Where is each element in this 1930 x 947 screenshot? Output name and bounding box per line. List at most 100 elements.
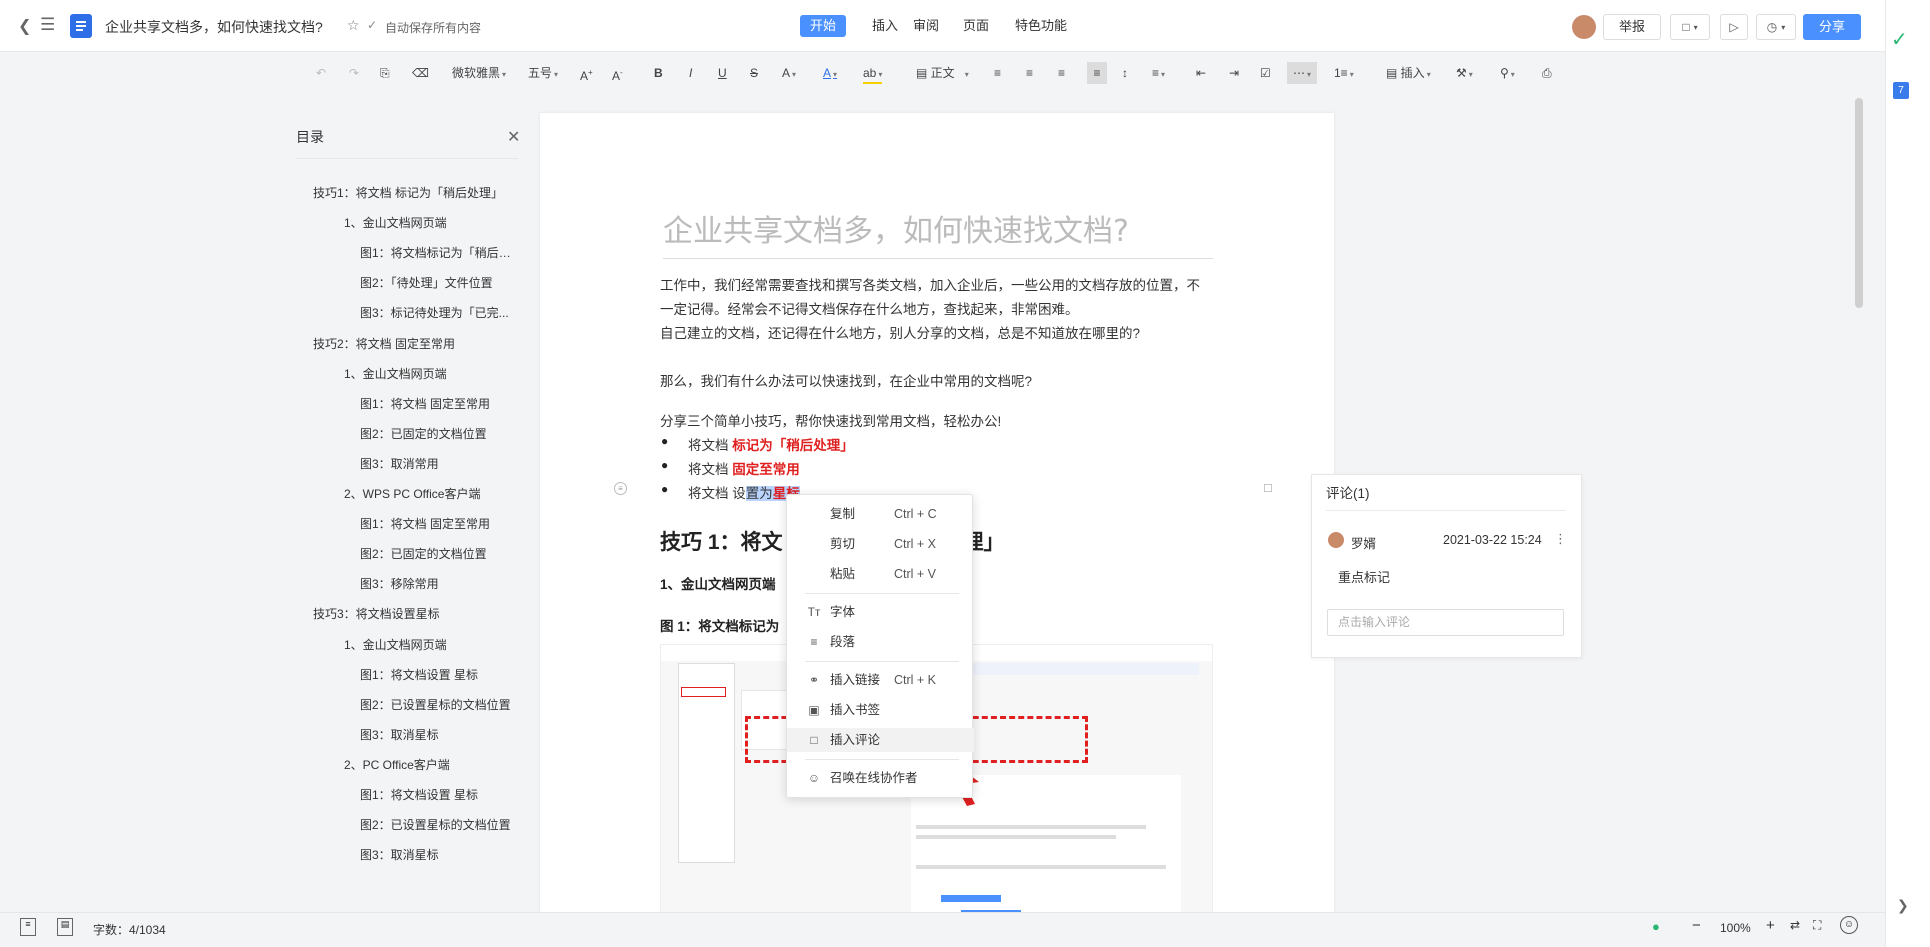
bullet-item-1[interactable]: 将文档 标记为「稍后处理」 [688,434,854,454]
checklist-icon[interactable]: ☑ [1260,62,1271,84]
toc-item[interactable]: 图3：取消星标 [360,846,439,863]
close-icon[interactable]: ✕ [507,127,520,147]
menu-item-insert-link[interactable]: ⚭ 插入链接 Ctrl + K [787,668,974,692]
paragraph-2[interactable]: 那么，我们有什么办法可以快速找到，在企业中常用的文档呢? [660,370,1032,390]
history-button[interactable]: ◷ ▾ [1756,14,1796,40]
toc-item[interactable]: 1、金山文档网页端 [344,365,447,382]
print-icon[interactable]: ⎙ [1542,62,1552,84]
toc-item[interactable]: 图3：移除常用 [360,575,439,592]
check-app-icon[interactable]: ✓ [1891,27,1908,52]
share-button[interactable]: 分享 [1803,14,1861,40]
menu-item-cut[interactable]: 剪切 Ctrl + X [787,532,974,556]
font-color-icon[interactable]: A ▾ [823,62,837,84]
menu-item-font[interactable]: Tт 字体 [787,600,974,624]
menu-item-paste[interactable]: 粘贴 Ctrl + V [787,562,974,586]
fullscreen-icon[interactable]: ⛶ [1813,918,1821,933]
toc-item[interactable]: 图2：已设置星标的文档位置 [360,696,511,713]
more-icon[interactable]: ⋮ [1554,531,1567,547]
fit-width-icon[interactable]: ⇄ [1790,918,1800,932]
insert-menu[interactable]: ▤ 插入 ▾ [1386,62,1431,84]
bullet-list-icon[interactable]: ⋯ ▾ [1287,62,1317,84]
paragraph-handle-icon[interactable]: ≡ [614,482,627,495]
toc-item[interactable]: 2、PC Office客户端 [344,756,450,773]
toc-item[interactable]: 技巧1：将文档 标记为「稍后处理」 [313,184,503,201]
subheading[interactable]: 1、金山文档网页端 [660,573,776,593]
tab-special[interactable]: 特色功能 [1005,15,1077,37]
back-icon[interactable]: ❮ [18,16,31,36]
outline-view-icon[interactable]: ▤ [57,918,73,936]
tools-icon[interactable]: ⚒ ▾ [1456,62,1473,84]
avatar[interactable] [1572,15,1596,39]
add-comment-icon[interactable]: □ [1264,480,1272,495]
tab-insert[interactable]: 插入 [862,15,908,37]
assistant-icon[interactable]: ☺ [1840,916,1858,934]
outdent-icon[interactable]: ⇤ [1196,62,1206,84]
menu-item-insert-comment[interactable]: □ 插入评论 [787,728,974,752]
paragraph-1c[interactable]: 自己建立的文档，还记得在什么地方，别人分享的文档，总是不知道放在哪里的? [660,322,1140,342]
toc-item[interactable]: 图2：已固定的文档位置 [360,545,487,562]
menu-item-paragraph[interactable]: ≡ 段落 [787,630,974,654]
toc-item[interactable]: 1、金山文档网页端 [344,214,447,231]
toc-item[interactable]: 图3：取消常用 [360,455,439,472]
toc-item[interactable]: 图3：取消星标 [360,726,439,743]
figure-caption[interactable]: 图 1：将文档标记为 [660,615,779,635]
star-icon[interactable]: ☆ [347,17,360,34]
format-painter-icon[interactable]: ⎘ [380,62,390,84]
comment-menu-button[interactable]: □ ▾ [1670,14,1710,40]
paragraph-1b[interactable]: 一定记得。经常会不记得文档保存在什么地方，查找起来，非常困难。 [660,298,1079,318]
font-grow-icon[interactable]: A+ [580,62,593,84]
tab-page[interactable]: 页面 [953,15,999,37]
calendar-icon[interactable]: 7 [1893,82,1909,99]
menu-item-copy[interactable]: 复制 Ctrl + C [787,502,974,526]
align-center-icon[interactable]: ≡ [1026,62,1033,84]
highlight-icon[interactable]: ab ▾ [863,62,883,84]
font-shrink-icon[interactable]: A- [612,62,623,84]
italic-icon[interactable]: I [689,62,692,84]
document-heading[interactable]: 企业共享文档多，如何快速找文档? [663,206,1213,259]
tab-review[interactable]: 审阅 [903,15,949,37]
menu-item-mention-collaborator[interactable]: ☺ 召唤在线协作者 [787,766,974,790]
spacing-icon[interactable]: ↕ [1122,62,1128,84]
bold-icon[interactable]: B [654,62,663,84]
bullet-item-2[interactable]: 将文档 固定至常用 [688,458,800,478]
align-right-icon[interactable]: ≡ [1058,62,1065,84]
font-name-select[interactable]: 微软雅黑 ▾ [452,62,506,84]
menu-icon[interactable]: ☰ [40,15,55,35]
toc-item[interactable]: 图1：将文档设置 星标 [360,666,478,683]
eraser-icon[interactable]: ⌫ [412,62,429,84]
zoom-out-icon[interactable]: − [1692,917,1701,934]
toc-item[interactable]: 图2：已固定的文档位置 [360,425,487,442]
meeting-button[interactable]: ▷ [1720,14,1748,40]
scrollbar[interactable] [1855,98,1863,308]
indent-icon[interactable]: ⇥ [1229,62,1239,84]
superscript-icon[interactable]: A ▾ [782,62,796,84]
toc-item[interactable]: 图2：「待处理」文件位置 [360,274,493,291]
toc-item[interactable]: 2、WPS PC Office客户端 [344,485,480,502]
underline-icon[interactable]: U [718,62,727,84]
toc-item[interactable]: 技巧2：将文档 固定至常用 [313,335,455,352]
numbered-list-icon[interactable]: 1≡ ▾ [1334,62,1354,84]
comment-input[interactable]: 点击输入评论 [1327,609,1564,636]
toc-item[interactable]: 图1：将文档设置 星标 [360,786,478,803]
document-title[interactable]: 企业共享文档多，如何快速找文档? [105,17,323,37]
paragraph-1a[interactable]: 工作中，我们经常需要查找和撰写各类文档，加入企业后，一些公用的文档存放的位置，不 [660,274,1200,294]
tab-start[interactable]: 开始 [800,15,847,37]
page-view-icon[interactable]: ≡ [20,918,36,936]
toc-item[interactable]: 图3：标记待处理为「已完... [360,304,509,321]
toc-item[interactable]: 图1：将文档 固定至常用 [360,515,490,532]
search-icon[interactable]: ⚲ ▾ [1500,62,1515,84]
justify-icon[interactable]: ≡ [1087,62,1107,84]
align-left-icon[interactable]: ≡ [994,62,1001,84]
font-size-select[interactable]: 五号 ▾ [528,62,558,84]
toc-item[interactable]: 图1：将文档标记为「稍后处... [360,244,520,261]
menu-item-insert-bookmark[interactable]: ▣ 插入书签 [787,698,974,722]
undo-icon[interactable]: ↶ [316,62,326,84]
toc-item[interactable]: 技巧3：将文档设置星标 [313,605,440,622]
zoom-in-icon[interactable]: + [1766,917,1775,934]
line-spacing-icon[interactable]: ≡ ▾ [1152,62,1165,84]
report-button[interactable]: 举报 [1603,14,1661,40]
redo-icon[interactable]: ↷ [349,62,359,84]
toc-item[interactable]: 1、金山文档网页端 [344,636,447,653]
toc-item[interactable]: 图1：将文档 固定至常用 [360,395,490,412]
strikethrough-icon[interactable]: S [750,62,758,84]
